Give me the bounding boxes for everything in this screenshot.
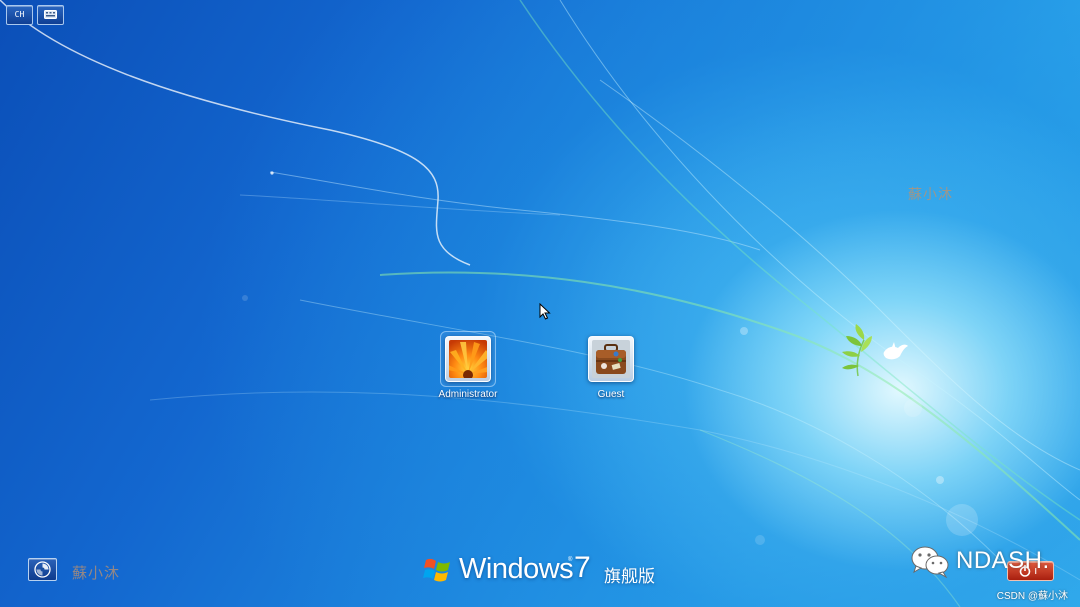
user-name-label: Administrator xyxy=(438,389,498,400)
ease-of-access-button[interactable] xyxy=(28,558,57,581)
on-screen-keyboard-button[interactable] xyxy=(37,5,64,25)
leaf-bird-decoration xyxy=(842,324,908,377)
wechat-account-name: NDASH. xyxy=(956,547,1050,574)
watermark-text: 蘇小沐 xyxy=(908,187,953,203)
trademark-mark: ® xyxy=(568,557,573,563)
briefcase-picture xyxy=(592,340,630,378)
brand-windows-text: Windows xyxy=(459,553,574,585)
csdn-credit: CSDN @蘇小沐 xyxy=(996,591,1068,602)
ease-of-access-icon xyxy=(34,561,51,578)
watermark-text: 蘇小沐 xyxy=(72,564,121,582)
user-picture-frame xyxy=(588,336,634,382)
orange-flower-picture xyxy=(449,340,487,378)
user-name-label: Guest xyxy=(597,389,625,400)
windows-logo-icon xyxy=(423,558,450,582)
keyboard-icon xyxy=(44,10,57,19)
logon-screen: CH 蘇小沐 Administrator Guest 蘇小沐 Windows ®… xyxy=(0,0,1080,607)
brand-edition: 旗舰版 xyxy=(604,567,655,586)
input-language-button[interactable]: CH xyxy=(6,5,33,25)
user-tile-administrator[interactable]: Administrator xyxy=(428,331,508,400)
user-tile-guest[interactable]: Guest xyxy=(571,336,651,400)
wechat-icon xyxy=(911,546,949,578)
brand-version: 7 xyxy=(574,551,591,584)
user-picture-frame xyxy=(440,331,496,387)
mouse-pointer-icon xyxy=(539,303,551,320)
